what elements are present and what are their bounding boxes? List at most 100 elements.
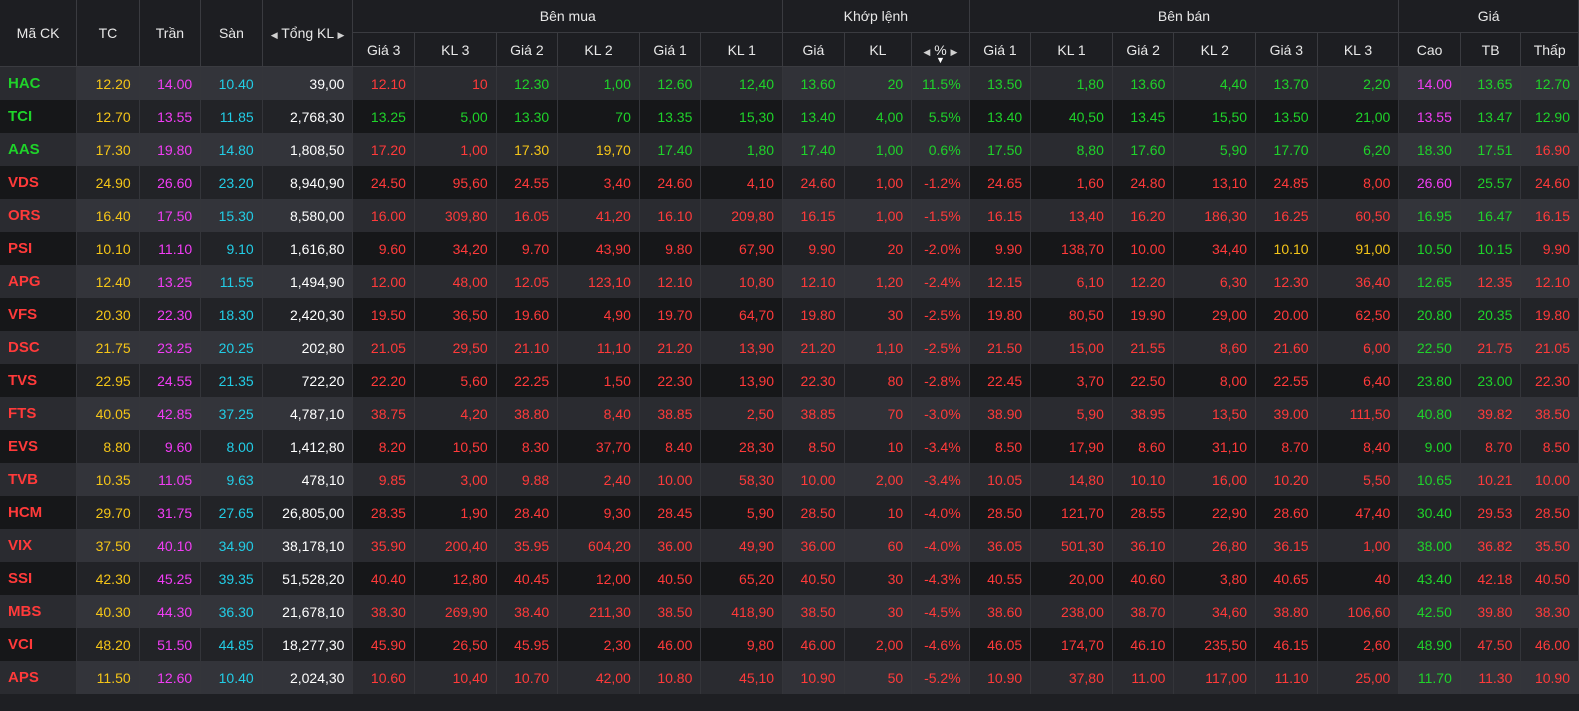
buy-price1-cell[interactable]: 36.00 <box>639 529 702 562</box>
symbol-cell[interactable]: APS <box>0 661 78 694</box>
buy-price3-cell[interactable]: 9.60 <box>352 232 415 265</box>
buy-price1-cell[interactable]: 19.70 <box>639 298 702 331</box>
buy-price1-cell[interactable]: 17.40 <box>639 133 702 166</box>
col-high-header[interactable]: Cao <box>1398 32 1461 67</box>
sell-price1-cell[interactable]: 13.40 <box>969 100 1032 133</box>
col-match-price-header[interactable]: Giá <box>782 32 845 67</box>
col-sell-price1-header[interactable]: Giá 1 <box>969 32 1032 67</box>
sell-price3-cell[interactable]: 46.15 <box>1255 628 1318 661</box>
buy-price1-cell[interactable]: 46.00 <box>639 628 702 661</box>
symbol-cell[interactable]: APG <box>0 265 78 298</box>
table-row[interactable]: SSI 42.30 45.25 39.35 51,528,20 40.40 12,80 40.… <box>0 562 1579 595</box>
table-row[interactable]: HAC 12.20 14.00 10.40 39,00 12.10 10 12.30 1,00 1… <box>0 66 1579 100</box>
buy-price2-cell[interactable]: 10.70 <box>496 661 559 694</box>
sell-price1-cell[interactable]: 10.90 <box>969 661 1032 694</box>
buy-price1-cell[interactable]: 9.80 <box>639 232 702 265</box>
sell-price3-cell[interactable]: 13.70 <box>1255 66 1318 100</box>
col-sell-price3-header[interactable]: Giá 3 <box>1255 32 1318 67</box>
symbol-cell[interactable]: ORS <box>0 199 78 232</box>
col-sell-vol2-header[interactable]: KL 2 <box>1173 32 1257 67</box>
symbol-cell[interactable]: FTS <box>0 397 78 430</box>
col-sell-vol3-header[interactable]: KL 3 <box>1317 32 1400 67</box>
symbol-cell[interactable]: VCI <box>0 628 78 661</box>
sort-left-arrow-icon[interactable]: ◀ <box>271 30 278 40</box>
sell-price1-cell[interactable]: 40.55 <box>969 562 1032 595</box>
buy-price3-cell[interactable]: 22.20 <box>352 364 415 397</box>
col-buy-vol3-header[interactable]: KL 3 <box>414 32 497 67</box>
buy-price3-cell[interactable]: 28.35 <box>352 496 415 529</box>
buy-price1-cell[interactable]: 21.20 <box>639 331 702 364</box>
buy-price1-cell[interactable]: 13.35 <box>639 100 702 133</box>
sell-price1-cell[interactable]: 10.05 <box>969 463 1032 496</box>
col-symbol-header[interactable]: Mã CK <box>0 0 78 67</box>
buy-price3-cell[interactable]: 12.10 <box>352 66 415 100</box>
buy-price3-cell[interactable]: 17.20 <box>352 133 415 166</box>
symbol-cell[interactable]: TVB <box>0 463 78 496</box>
sell-price3-cell[interactable]: 8.70 <box>1255 430 1318 463</box>
sell-price3-cell[interactable]: 24.85 <box>1255 166 1318 199</box>
symbol-cell[interactable]: HCM <box>0 496 78 529</box>
symbol-cell[interactable]: EVS <box>0 430 78 463</box>
sell-price3-cell[interactable]: 16.25 <box>1255 199 1318 232</box>
sell-price3-cell[interactable]: 21.60 <box>1255 331 1318 364</box>
col-floor-header[interactable]: Sàn <box>200 0 263 67</box>
symbol-cell[interactable]: TVS <box>0 364 78 397</box>
sell-price3-cell[interactable]: 10.10 <box>1255 232 1318 265</box>
symbol-cell[interactable]: PSI <box>0 232 78 265</box>
symbol-cell[interactable]: TCI <box>0 100 78 133</box>
col-sell-price2-header[interactable]: Giá 2 <box>1112 32 1175 67</box>
buy-price1-cell[interactable]: 16.10 <box>639 199 702 232</box>
buy-price3-cell[interactable]: 16.00 <box>352 199 415 232</box>
symbol-cell[interactable]: SSI <box>0 562 78 595</box>
buy-price1-cell[interactable]: 22.30 <box>639 364 702 397</box>
sell-price2-cell[interactable]: 46.10 <box>1112 628 1175 661</box>
sell-price3-cell[interactable]: 36.15 <box>1255 529 1318 562</box>
table-row[interactable]: VIX 37.50 40.10 34.90 38,178,10 35.90 200,40 35… <box>0 529 1579 562</box>
buy-price3-cell[interactable]: 9.85 <box>352 463 415 496</box>
buy-price2-cell[interactable]: 28.40 <box>496 496 559 529</box>
col-buy-price3-header[interactable]: Giá 3 <box>352 32 415 67</box>
sell-price1-cell[interactable]: 38.90 <box>969 397 1032 430</box>
symbol-cell[interactable]: HAC <box>0 66 78 100</box>
buy-price3-cell[interactable]: 10.60 <box>352 661 415 694</box>
buy-price2-cell[interactable]: 21.10 <box>496 331 559 364</box>
buy-price3-cell[interactable]: 19.50 <box>352 298 415 331</box>
sell-price1-cell[interactable]: 24.65 <box>969 166 1032 199</box>
col-match-vol-header[interactable]: KL <box>844 32 913 67</box>
sell-price3-cell[interactable]: 20.00 <box>1255 298 1318 331</box>
sell-price2-cell[interactable]: 38.95 <box>1112 397 1175 430</box>
buy-price2-cell[interactable]: 19.60 <box>496 298 559 331</box>
buy-price2-cell[interactable]: 24.55 <box>496 166 559 199</box>
sell-price3-cell[interactable]: 38.80 <box>1255 595 1318 628</box>
buy-price1-cell[interactable]: 40.50 <box>639 562 702 595</box>
col-buy-price2-header[interactable]: Giá 2 <box>496 32 559 67</box>
buy-price2-cell[interactable]: 8.30 <box>496 430 559 463</box>
table-row[interactable]: DSC 21.75 23.25 20.25 202,80 21.05 29,50 21.10 1… <box>0 331 1579 364</box>
buy-price3-cell[interactable]: 21.05 <box>352 331 415 364</box>
sell-price3-cell[interactable]: 39.00 <box>1255 397 1318 430</box>
sell-price1-cell[interactable]: 16.15 <box>969 199 1032 232</box>
buy-price2-cell[interactable]: 9.88 <box>496 463 559 496</box>
buy-price3-cell[interactable]: 24.50 <box>352 166 415 199</box>
buy-price3-cell[interactable]: 38.30 <box>352 595 415 628</box>
symbol-cell[interactable]: AAS <box>0 133 78 166</box>
sell-price2-cell[interactable]: 10.10 <box>1112 463 1175 496</box>
sell-price2-cell[interactable]: 28.55 <box>1112 496 1175 529</box>
sell-price1-cell[interactable]: 38.60 <box>969 595 1032 628</box>
sell-price3-cell[interactable]: 12.30 <box>1255 265 1318 298</box>
symbol-cell[interactable]: VFS <box>0 298 78 331</box>
buy-price1-cell[interactable]: 10.00 <box>639 463 702 496</box>
buy-price1-cell[interactable]: 28.45 <box>639 496 702 529</box>
sell-price1-cell[interactable]: 22.45 <box>969 364 1032 397</box>
table-row[interactable]: TVS 22.95 24.55 21.35 722,20 22.20 5,60 22.25 1,… <box>0 364 1579 397</box>
col-sell-vol1-header[interactable]: KL 1 <box>1030 32 1113 67</box>
buy-price2-cell[interactable]: 40.45 <box>496 562 559 595</box>
sell-price1-cell[interactable]: 28.50 <box>969 496 1032 529</box>
buy-price3-cell[interactable]: 35.90 <box>352 529 415 562</box>
col-buy-vol1-header[interactable]: KL 1 <box>700 32 784 67</box>
sell-price2-cell[interactable]: 16.20 <box>1112 199 1175 232</box>
sell-price1-cell[interactable]: 13.50 <box>969 66 1032 100</box>
col-low-header[interactable]: Thấp <box>1520 32 1579 67</box>
sell-price2-cell[interactable]: 17.60 <box>1112 133 1175 166</box>
table-row[interactable]: APS 11.50 12.60 10.40 2,024,30 10.60 10,40 10.7… <box>0 661 1579 694</box>
